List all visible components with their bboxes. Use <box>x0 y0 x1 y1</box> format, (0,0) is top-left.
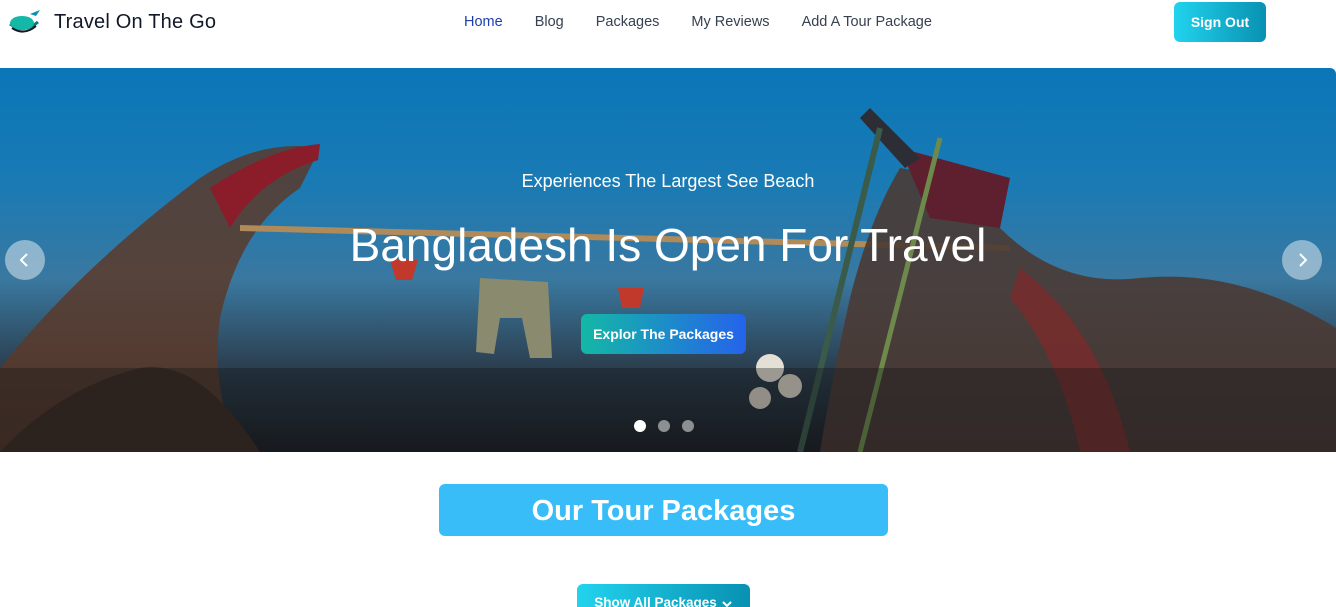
nav-blog[interactable]: Blog <box>535 14 564 30</box>
chevron-down-icon <box>722 601 732 607</box>
site-header: Travel On The Go Home Blog Packages My R… <box>0 0 1336 68</box>
nav-packages[interactable]: Packages <box>596 14 660 30</box>
show-all-packages-button[interactable]: Show All Packages <box>577 584 750 607</box>
section-heading-tour-packages: Our Tour Packages <box>439 484 888 536</box>
hero-subtitle: Experiences The Largest See Beach <box>521 171 815 191</box>
brand-name: Travel On The Go <box>54 10 217 33</box>
main-nav: Home Blog Packages My Reviews Add A Tour… <box>464 14 932 30</box>
nav-my-reviews[interactable]: My Reviews <box>691 14 769 30</box>
nav-home[interactable]: Home <box>464 14 503 30</box>
sign-out-button[interactable]: Sign Out <box>1174 2 1266 42</box>
show-all-packages-label: Show All Packages <box>594 595 717 607</box>
explore-packages-button[interactable]: Explor The Packages <box>581 314 746 354</box>
carousel-indicators <box>634 420 694 432</box>
nav-add-tour-package[interactable]: Add A Tour Package <box>802 14 932 30</box>
plane-globe-icon <box>9 10 40 33</box>
brand[interactable]: Travel On The Go <box>6 8 216 36</box>
carousel-indicator-1[interactable] <box>634 420 646 432</box>
hero-title: Bangladesh Is Open For Travel <box>349 219 987 271</box>
hero-carousel: Experiences The Largest See Beach Bangla… <box>0 68 1336 452</box>
carousel-indicator-2[interactable] <box>658 420 670 432</box>
carousel-indicator-3[interactable] <box>682 420 694 432</box>
